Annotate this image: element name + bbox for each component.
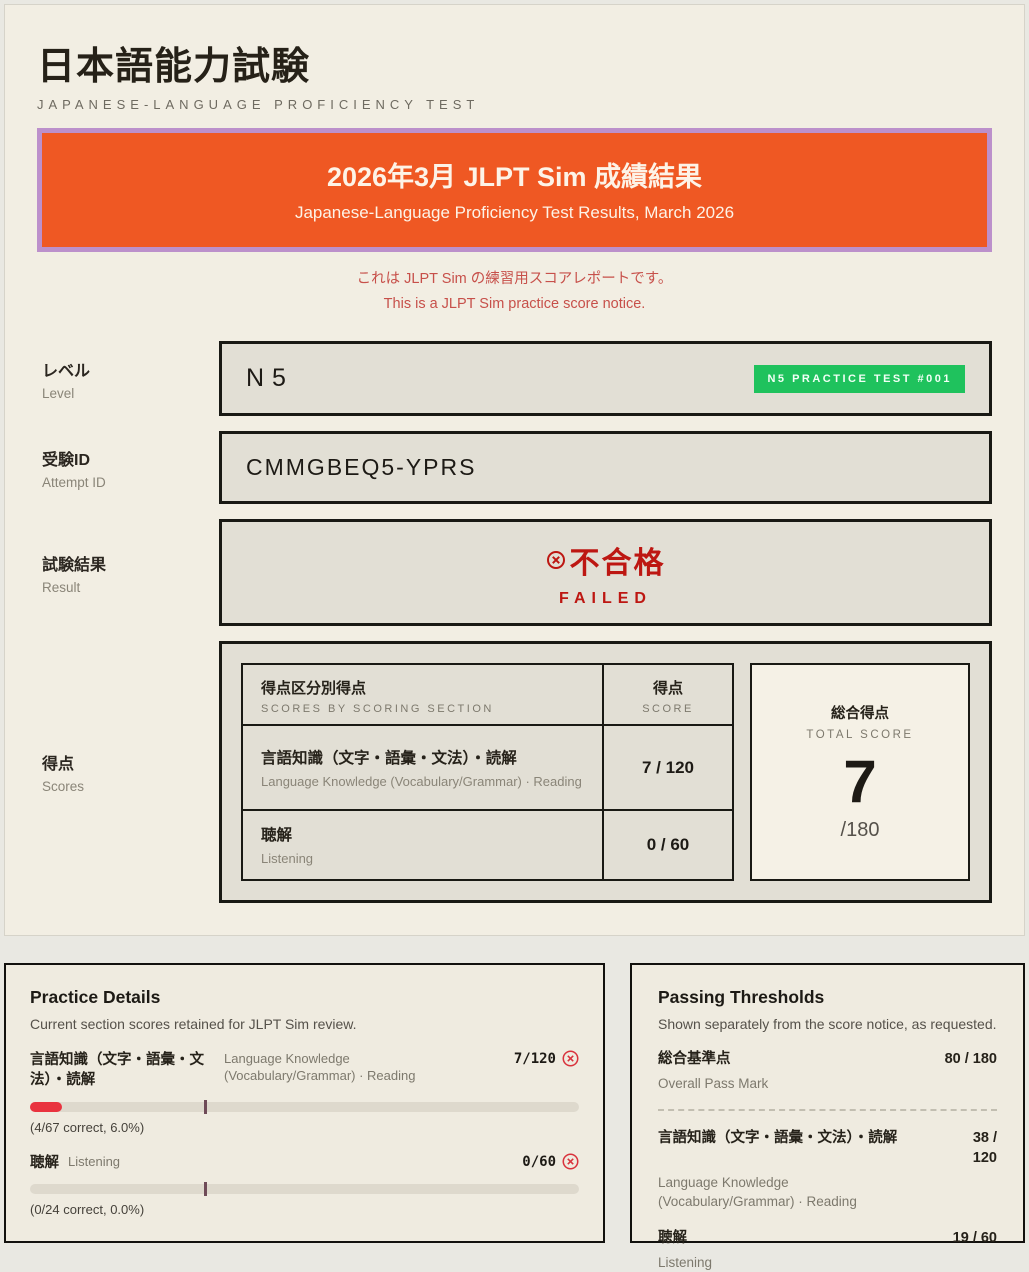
- total-score-box: 総合得点 TOTAL SCORE 7 /180: [750, 663, 970, 881]
- total-score-label-en: TOTAL SCORE: [806, 729, 913, 741]
- level-label-en: Level: [42, 386, 219, 401]
- level-row: レベル Level N5 N5 PRACTICE TEST #001: [37, 341, 992, 416]
- row-name-jp: 言語知識（文字・語彙・文法）・読解: [261, 746, 584, 768]
- practice-section-row: 言語知識（文字・語彙・文法）・読解 Language Knowledge (Vo…: [30, 1050, 579, 1090]
- result-label-jp: 試験結果: [42, 551, 219, 575]
- score-progress-bar: [30, 1184, 579, 1194]
- practice-section-score: 0/60: [522, 1154, 556, 1170]
- row-score: 7 / 120: [642, 758, 694, 778]
- total-score-max: /180: [841, 819, 880, 842]
- scores-label: 得点 Scores: [37, 641, 219, 903]
- level-label-jp: レベル: [42, 357, 219, 381]
- bar-marker: [204, 1182, 207, 1196]
- threshold-name-jp: 総合基準点: [658, 1049, 731, 1069]
- row-score: 0 / 60: [647, 835, 690, 855]
- section-header-en: SCORES BY SCORING SECTION: [261, 703, 584, 715]
- attempt-id-label-en: Attempt ID: [42, 475, 219, 490]
- result-label: 試験結果 Result: [37, 519, 219, 626]
- practice-section-name-jp: 聴解: [30, 1151, 59, 1172]
- table-row: 言語知識（文字・語彙・文法）・読解 Language Knowledge (Vo…: [243, 726, 732, 811]
- practice-notice-en: This is a JLPT Sim practice score notice…: [37, 292, 992, 317]
- practice-details-card: Practice Details Current section scores …: [4, 963, 605, 1243]
- threshold-row: 言語知識（文字・語彙・文法）・読解 38 / 120: [658, 1128, 997, 1168]
- passing-thresholds-card: Passing Thresholds Shown separately from…: [630, 963, 1025, 1243]
- banner-title-en: Japanese-Language Proficiency Test Resul…: [52, 203, 977, 223]
- score-progress-bar: [30, 1102, 579, 1112]
- attempt-id-value: CMMGBEQ5-YPRS: [246, 454, 476, 481]
- dashed-divider: [658, 1109, 997, 1111]
- practice-section-score: 7/120: [514, 1051, 556, 1067]
- scores-by-section-table: 得点区分別得点 SCORES BY SCORING SECTION 得点 SCO…: [241, 663, 734, 881]
- practice-section-name-en: Language Knowledge (Vocabulary/Grammar) …: [224, 1050, 464, 1084]
- section-header-jp: 得点区分別得点: [261, 677, 584, 698]
- level-value: N5: [246, 364, 294, 393]
- attempt-id-label: 受験ID Attempt ID: [37, 431, 219, 504]
- practice-section-row: 聴解 Listening 0/60: [30, 1151, 579, 1172]
- banner-title-jp: 2026年3月 JLPT Sim 成績結果: [52, 155, 977, 194]
- practice-details-title: Practice Details: [30, 987, 579, 1008]
- threshold-name-jp: 聴解: [658, 1228, 687, 1248]
- scores-label-en: Scores: [42, 779, 219, 794]
- scores-value-box: 得点区分別得点 SCORES BY SCORING SECTION 得点 SCO…: [219, 641, 992, 903]
- practice-section-caption: (0/24 correct, 0.0%): [30, 1202, 579, 1217]
- threshold-row: 総合基準点 80 / 180: [658, 1049, 997, 1069]
- practice-section-caption: (4/67 correct, 6.0%): [30, 1120, 579, 1135]
- circle-x-icon: [562, 1153, 579, 1170]
- practice-section-name-en: Listening: [68, 1154, 120, 1169]
- practice-notice: これは JLPT Sim の練習用スコアレポートです。 This is a JL…: [37, 267, 992, 317]
- result-label-en: Result: [42, 580, 219, 595]
- result-value-en: FAILED: [559, 590, 652, 608]
- circle-x-icon: [562, 1050, 579, 1067]
- result-value-jp: 不合格: [570, 538, 666, 582]
- passing-thresholds-subtitle: Shown separately from the score notice, …: [658, 1016, 997, 1032]
- results-banner: 2026年3月 JLPT Sim 成績結果 Japanese-Language …: [37, 128, 992, 252]
- page-title: 日本語能力試験: [37, 35, 992, 90]
- circle-x-icon: [546, 550, 566, 570]
- threshold-name-en: Overall Pass Mark: [658, 1074, 958, 1093]
- attempt-id-label-jp: 受験ID: [42, 446, 219, 470]
- level-label: レベル Level: [37, 341, 219, 416]
- attempt-id-row: 受験ID Attempt ID CMMGBEQ5-YPRS: [37, 431, 992, 504]
- attempt-id-value-box: CMMGBEQ5-YPRS: [219, 431, 992, 504]
- threshold-name-en: Listening: [658, 1253, 958, 1272]
- passing-thresholds-title: Passing Thresholds: [658, 987, 997, 1008]
- row-name-en: Language Knowledge (Vocabulary/Grammar) …: [261, 773, 584, 790]
- score-header-jp: 得点: [653, 677, 683, 698]
- score-header-en: SCORE: [642, 703, 694, 715]
- row-name-en: Listening: [261, 850, 584, 867]
- bar-fill: [30, 1102, 62, 1112]
- bar-marker: [204, 1100, 207, 1114]
- threshold-value: 80 / 180: [927, 1049, 997, 1069]
- threshold-value: 38 / 120: [945, 1128, 997, 1168]
- report-header: 日本語能力試験 JAPANESE-LANGUAGE PROFICIENCY TE…: [37, 35, 992, 112]
- total-score-label-jp: 総合得点: [831, 702, 889, 723]
- level-value-box: N5 N5 PRACTICE TEST #001: [219, 341, 992, 416]
- result-value-box: 不合格 FAILED: [219, 519, 992, 626]
- practice-test-badge: N5 PRACTICE TEST #001: [754, 365, 965, 393]
- score-report-card: 日本語能力試験 JAPANESE-LANGUAGE PROFICIENCY TE…: [4, 4, 1025, 936]
- page-subtitle: JAPANESE-LANGUAGE PROFICIENCY TEST: [37, 97, 992, 112]
- practice-section-name-jp: 言語知識（文字・語彙・文法）・読解: [30, 1050, 216, 1090]
- threshold-name-en: Language Knowledge (Vocabulary/Grammar) …: [658, 1173, 913, 1211]
- practice-details-subtitle: Current section scores retained for JLPT…: [30, 1016, 579, 1032]
- total-score-value: 7: [843, 751, 876, 813]
- practice-notice-jp: これは JLPT Sim の練習用スコアレポートです。: [37, 267, 992, 292]
- scores-label-jp: 得点: [42, 750, 219, 774]
- threshold-value: 19 / 60: [937, 1228, 997, 1248]
- result-row: 試験結果 Result 不合格 FAILED: [37, 519, 992, 626]
- table-row: 聴解 Listening 0 / 60: [243, 811, 732, 879]
- row-name-jp: 聴解: [261, 823, 584, 845]
- threshold-row: 聴解 19 / 60: [658, 1228, 997, 1248]
- threshold-name-jp: 言語知識（文字・語彙・文法）・読解: [658, 1128, 938, 1168]
- scores-row: 得点 Scores 得点区分別得点 SCORES BY SCORING SECT…: [37, 641, 992, 903]
- scores-table-header: 得点区分別得点 SCORES BY SCORING SECTION 得点 SCO…: [243, 665, 732, 726]
